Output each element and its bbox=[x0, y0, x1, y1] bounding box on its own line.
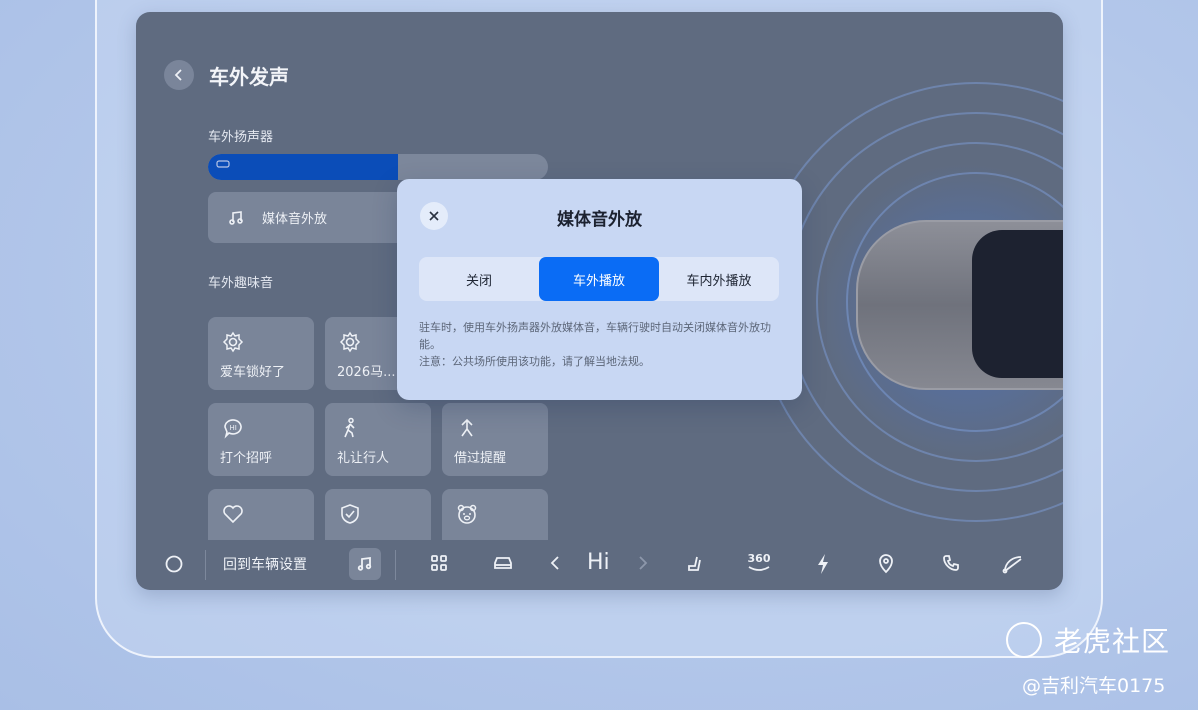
shield-check-icon bbox=[341, 504, 359, 524]
chevron-left-icon bbox=[174, 69, 182, 81]
fun-sound-tile[interactable]: HI 打个招呼 bbox=[208, 403, 314, 476]
svg-text:HI: HI bbox=[230, 424, 237, 432]
car-windshield bbox=[972, 230, 1063, 378]
tile-label: 打个招呼 bbox=[220, 451, 273, 466]
page-title: 车外发声 bbox=[209, 64, 289, 89]
fun-sound-tile[interactable]: 礼让行人 bbox=[325, 403, 431, 476]
home-circle-icon bbox=[165, 555, 183, 573]
360-camera-button[interactable]: 360 bbox=[746, 552, 772, 573]
music-icon bbox=[357, 556, 372, 571]
phone-icon bbox=[943, 555, 959, 571]
navigation-button[interactable] bbox=[876, 553, 896, 575]
hi-assistant-button[interactable]: Hi bbox=[587, 550, 610, 575]
option-external[interactable]: 车外播放 bbox=[539, 257, 659, 301]
tile-label: 借过提醒 bbox=[454, 451, 507, 466]
wiper-button[interactable] bbox=[1002, 553, 1024, 575]
dock-divider bbox=[205, 550, 206, 580]
charging-button[interactable] bbox=[815, 553, 831, 575]
fun-sound-tile[interactable]: 借过提醒 bbox=[442, 403, 548, 476]
bear-icon bbox=[457, 504, 477, 524]
speaker-section-label: 车外扬声器 bbox=[208, 130, 274, 145]
apps-grid-icon bbox=[431, 555, 447, 571]
home-button[interactable] bbox=[164, 554, 184, 574]
dock-divider bbox=[395, 550, 396, 580]
merge-arrow-icon bbox=[461, 418, 473, 437]
playback-mode-selector: 关闭 车外播放 车内外播放 bbox=[419, 257, 779, 301]
pedestrian-icon bbox=[344, 417, 355, 438]
charging-icon bbox=[818, 554, 828, 574]
watermark-brand: 老虎社区 bbox=[1054, 625, 1171, 658]
fun-sound-tile[interactable] bbox=[208, 489, 314, 540]
heart-icon bbox=[223, 505, 243, 524]
speaker-volume-slider[interactable] bbox=[208, 154, 548, 180]
media-external-playback-item[interactable]: 媒体音外放 bbox=[208, 192, 408, 243]
music-note-icon bbox=[229, 210, 243, 225]
media-playback-dialog: 媒体音外放 关闭 车外播放 车内外播放 驻车时，使用车外扬声器外放媒体音，车辆行… bbox=[397, 179, 802, 400]
gear-icon bbox=[222, 331, 244, 353]
dialog-description: 驻车时，使用车外扬声器外放媒体音，车辆行驶时自动关闭媒体音外放功能。 注意：公共… bbox=[419, 319, 787, 370]
dialog-title: 媒体音外放 bbox=[557, 210, 642, 230]
warning-line: 注意：公共场所使用该功能，请了解当地法规。 bbox=[419, 355, 650, 368]
description-line: 驻车时，使用车外扬声器外放媒体音，车辆行驶时自动关闭媒体音外放功能。 bbox=[419, 321, 771, 351]
fun-sound-tile[interactable] bbox=[325, 489, 431, 540]
fun-sound-section-label: 车外趣味音 bbox=[208, 276, 274, 291]
vehicle-button[interactable] bbox=[492, 554, 514, 572]
page-header: 车外发声 bbox=[164, 60, 289, 90]
360-camera-icon: 360 bbox=[747, 552, 771, 565]
chevron-right-icon bbox=[639, 556, 648, 570]
watermark-credit: @吉利汽车0175 bbox=[1022, 675, 1166, 697]
seat-icon bbox=[688, 556, 701, 571]
speaker-volume-fill bbox=[208, 154, 399, 180]
tile-label: 礼让行人 bbox=[337, 451, 390, 466]
gear-icon bbox=[339, 331, 361, 353]
location-pin-icon bbox=[879, 554, 893, 574]
media-item-label: 媒体音外放 bbox=[262, 212, 328, 227]
tiger-logo-icon bbox=[1006, 622, 1042, 658]
option-internal-external[interactable]: 车内外播放 bbox=[659, 257, 779, 301]
option-off[interactable]: 关闭 bbox=[419, 257, 539, 301]
back-button[interactable] bbox=[164, 60, 194, 90]
car-mini-icon bbox=[216, 159, 230, 172]
tile-label: 2026马... bbox=[337, 365, 396, 380]
wiper-icon bbox=[1002, 556, 1022, 574]
fun-sound-tile[interactable] bbox=[442, 489, 548, 540]
seat-button[interactable] bbox=[685, 554, 705, 574]
watermark-logo: 老虎社区 bbox=[1006, 620, 1170, 660]
apps-button[interactable] bbox=[430, 554, 448, 572]
prev-button[interactable] bbox=[549, 554, 561, 572]
bottom-dock: 回到车辆设置 Hi 360 bbox=[136, 540, 1063, 590]
tile-label: 爱车锁好了 bbox=[220, 365, 286, 380]
fun-sound-tile[interactable]: 爱车锁好了 bbox=[208, 317, 314, 390]
phone-button[interactable] bbox=[942, 554, 960, 572]
next-button[interactable] bbox=[637, 554, 649, 572]
car-icon bbox=[494, 557, 512, 569]
hi-bubble-icon: HI bbox=[224, 419, 242, 439]
return-vehicle-settings-button[interactable]: 回到车辆设置 bbox=[223, 554, 307, 574]
music-app-button[interactable] bbox=[349, 548, 381, 580]
chevron-left-icon bbox=[550, 556, 559, 570]
